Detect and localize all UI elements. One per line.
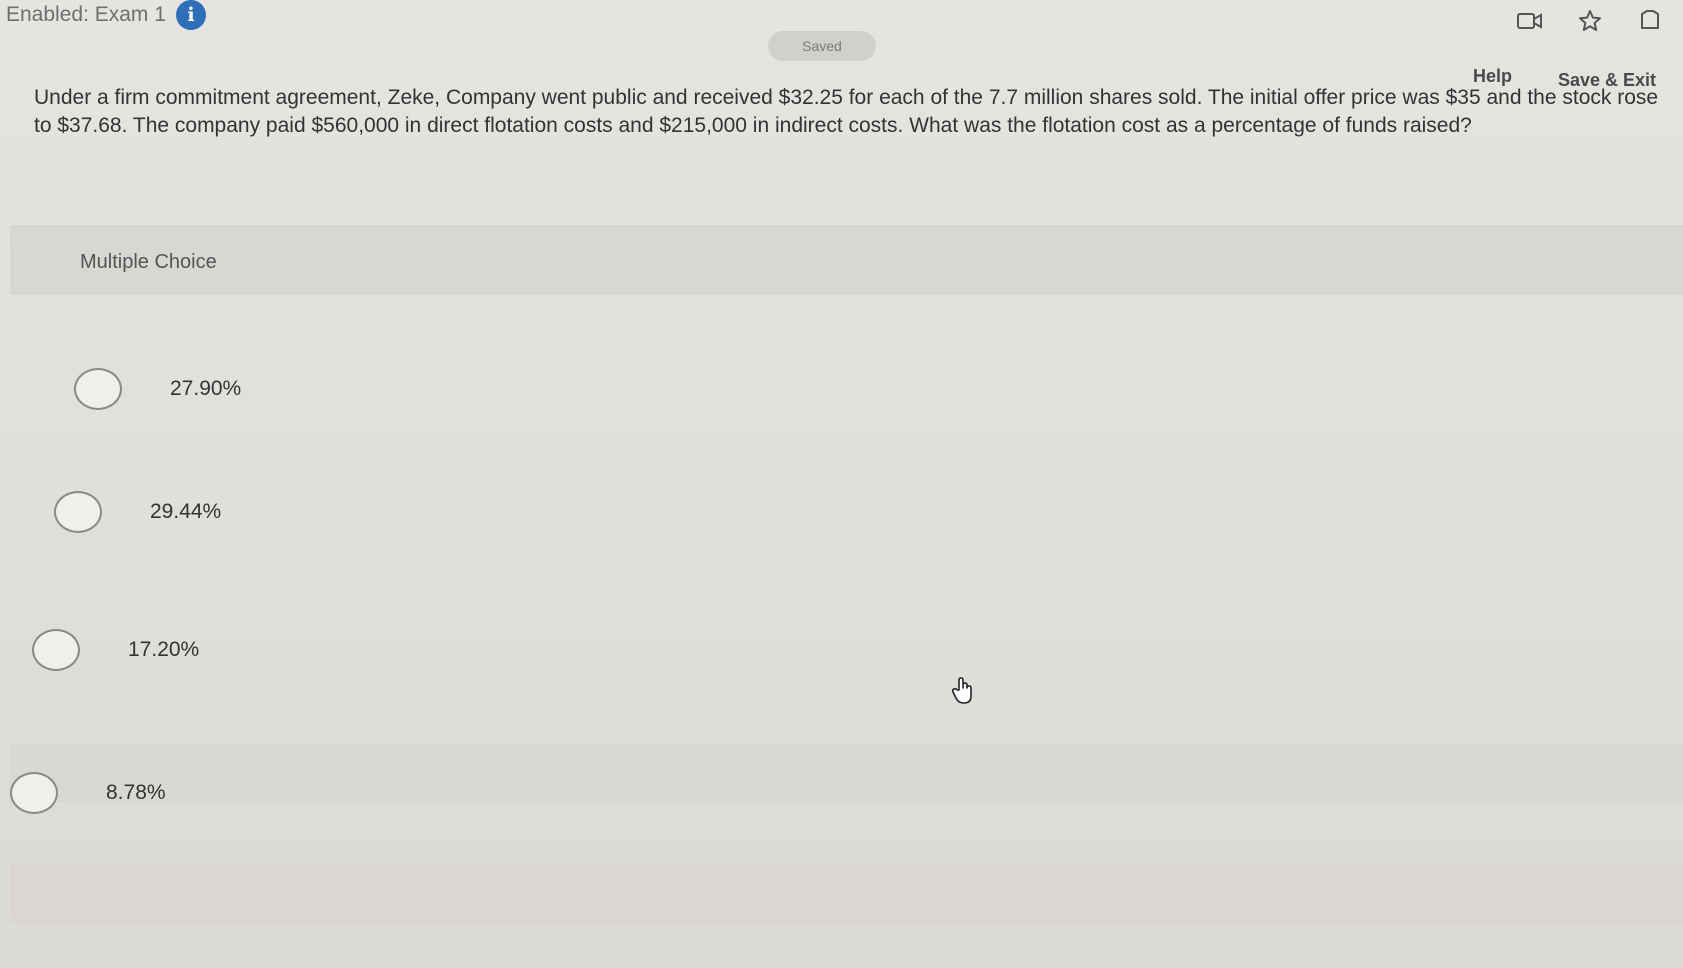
radio-button[interactable] [32,629,80,671]
radio-button[interactable] [54,491,102,533]
toolbar [1513,4,1667,38]
choice-option[interactable]: 17.20% [32,629,199,671]
saved-status-badge: Saved [768,31,876,61]
row-divider [10,865,1683,923]
choice-label: 29.44% [150,500,222,523]
hand-cursor-icon [950,676,976,706]
star-icon[interactable] [1573,4,1607,38]
choice-option[interactable]: 27.90% [74,368,241,410]
info-icon[interactable]: i [175,0,206,30]
choice-label: 8.78% [106,781,166,804]
exam-title: Enabled: Exam 1 i [6,0,206,30]
choice-label: 27.90% [170,377,242,400]
radio-button[interactable] [10,772,58,814]
radio-button[interactable] [74,368,122,410]
exam-title-text: Enabled: Exam 1 [6,3,166,26]
flag-icon[interactable] [1633,4,1667,38]
video-icon[interactable] [1513,4,1547,38]
multiple-choice-heading: Multiple Choice [80,251,217,273]
top-bar: Enabled: Exam 1 i Saved Help Save & Exit [0,0,1683,90]
row-divider [10,745,1683,803]
multiple-choice-panel: Multiple Choice 27.90% 29.44% 17.20% 8.7… [10,225,1683,965]
panel-header: Multiple Choice [10,225,1683,295]
choice-option[interactable]: 29.44% [54,491,221,533]
exam-page: Enabled: Exam 1 i Saved Help Save & Exit… [0,0,1683,968]
choice-option[interactable]: 8.78% [10,772,166,814]
question-prompt: Under a firm commitment agreement, Zeke,… [34,86,1659,137]
choice-label: 17.20% [128,638,200,661]
